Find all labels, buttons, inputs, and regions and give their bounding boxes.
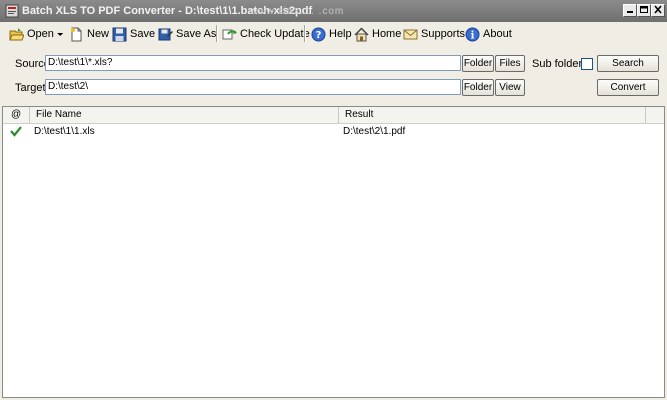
toolbar-separator	[216, 25, 218, 42]
close-button[interactable]	[651, 4, 665, 17]
search-button[interactable]: Search	[597, 55, 659, 72]
row-result: D:\test\2\1.pdf	[343, 126, 406, 137]
app-window: Batch XLS TO PDF Converter - D:\test\1\1…	[0, 0, 667, 400]
app-icon	[5, 4, 19, 18]
check-update-label: Check Update	[240, 28, 310, 40]
target-label: Target	[15, 82, 46, 94]
subfolders-checkbox[interactable]	[581, 58, 593, 70]
options-panel: Source D:\test\1\*.xls? Folder Files Sub…	[0, 48, 667, 102]
toolbar-separator	[304, 25, 306, 42]
column-header-file-name[interactable]: File Name	[30, 107, 339, 123]
save-as-icon	[158, 28, 173, 40]
new-button[interactable]: New	[69, 25, 109, 43]
save-button[interactable]: Save	[112, 25, 155, 43]
file-list[interactable]: @ File Name Result D:\test\1\1.xls D:\te…	[2, 106, 665, 398]
open-dropdown-button[interactable]	[56, 25, 65, 43]
source-folder-button[interactable]: Folder	[462, 55, 494, 72]
target-input[interactable]: D:\test\2\	[45, 79, 461, 95]
convert-button[interactable]: Convert	[597, 79, 659, 96]
home-button[interactable]: Home	[354, 25, 401, 43]
column-header-status[interactable]: @	[3, 107, 30, 123]
help-icon: ?	[311, 27, 326, 41]
home-label: Home	[372, 28, 402, 40]
home-icon	[354, 26, 369, 41]
open-label: Open	[27, 28, 54, 40]
close-icon	[654, 5, 662, 14]
target-folder-button[interactable]: Folder	[462, 79, 494, 96]
open-folder-icon	[9, 27, 24, 40]
supports-label: Supports	[421, 28, 466, 40]
open-button[interactable]: Open	[9, 25, 54, 43]
watermark-text: www.xiaz.... .com	[250, 6, 345, 17]
title-bar[interactable]: Batch XLS TO PDF Converter - D:\test\1\1…	[0, 0, 667, 22]
new-label: New	[87, 28, 110, 40]
subfolders-label: Sub folders	[532, 58, 588, 70]
info-icon: i	[465, 27, 480, 41]
check-update-button[interactable]: Check Update	[222, 25, 310, 43]
save-label: Save	[130, 28, 156, 40]
save-as-button[interactable]: Save As	[158, 25, 216, 43]
envelope-icon	[403, 29, 418, 39]
maximize-button[interactable]	[637, 4, 651, 17]
maximize-icon	[640, 6, 648, 13]
new-document-icon	[71, 27, 82, 41]
minimize-button[interactable]	[623, 4, 637, 17]
svg-text:i: i	[471, 30, 475, 41]
help-button[interactable]: ? Help	[311, 25, 352, 43]
svg-text:?: ?	[316, 30, 322, 41]
about-button[interactable]: i About	[465, 25, 512, 43]
save-as-label: Save As	[176, 28, 217, 40]
help-label: Help	[329, 28, 352, 40]
minimize-icon	[627, 11, 633, 13]
supports-button[interactable]: Supports	[403, 25, 465, 43]
save-disk-icon	[112, 27, 127, 41]
view-button[interactable]: View	[495, 79, 525, 96]
column-header-result[interactable]: Result	[339, 107, 646, 123]
list-header: @ File Name Result	[3, 107, 664, 124]
source-files-button[interactable]: Files	[495, 55, 525, 72]
about-label: About	[483, 28, 512, 40]
table-row[interactable]: D:\test\1\1.xls D:\test\2\1.pdf	[3, 124, 664, 139]
toolbar: Open New Save Save As Check Update ? Hel…	[0, 22, 667, 45]
dropdown-arrow-icon	[57, 32, 64, 36]
update-refresh-icon	[222, 29, 237, 39]
row-file-name: D:\test\1\1.xls	[34, 126, 95, 137]
success-check-icon	[10, 126, 22, 137]
source-input[interactable]: D:\test\1\*.xls?	[45, 55, 461, 71]
